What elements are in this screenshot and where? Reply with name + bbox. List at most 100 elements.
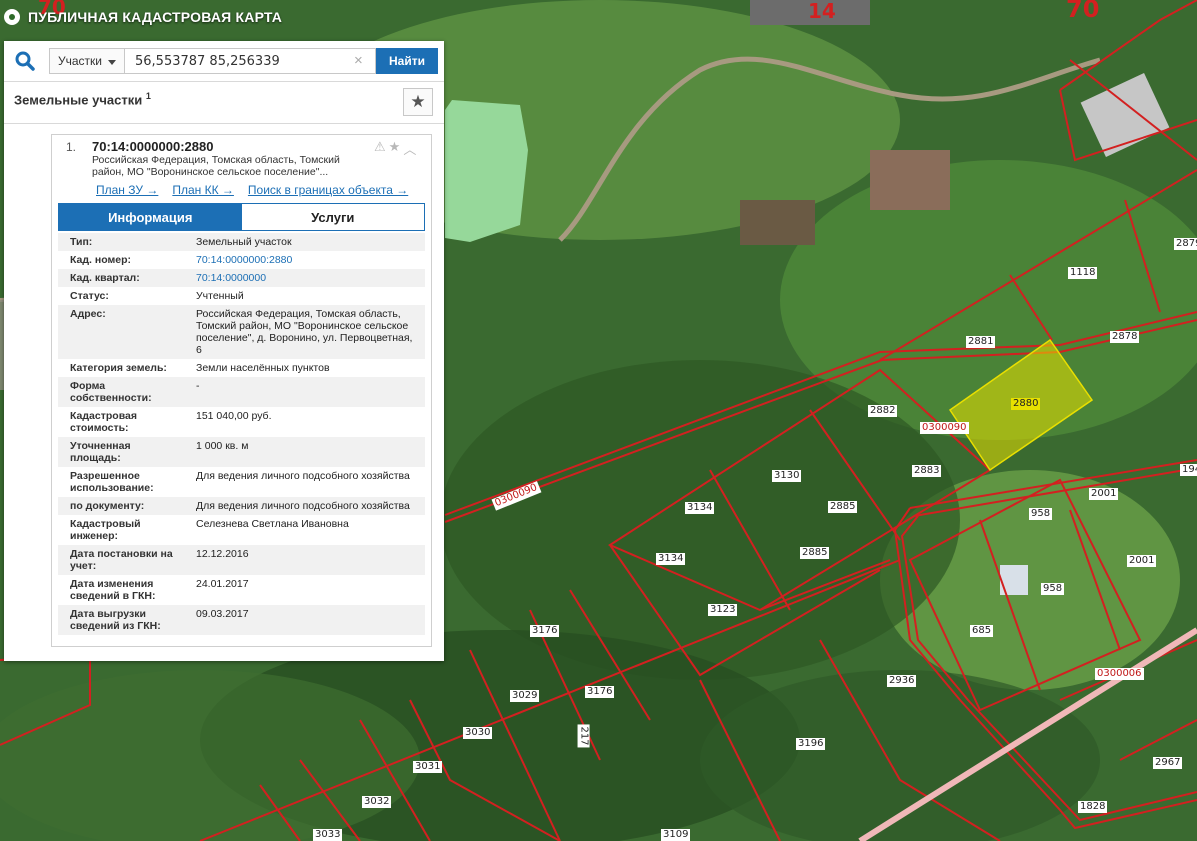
row-key: Дата постановки на учет: [58, 545, 184, 575]
row-value: - [184, 377, 425, 407]
table-row: Адрес: Российская Федерация, Томская обла… [58, 305, 425, 359]
result-address: Российская Федерация, Томская область, Т… [92, 154, 340, 178]
parcel-label[interactable]: 3134 [685, 502, 715, 514]
parcel-label[interactable]: 194 [1180, 464, 1197, 476]
row-key: Разрешенное использование: [70, 470, 154, 494]
search-type-select[interactable]: Участки [49, 48, 125, 74]
row-value: Для ведения личного подсобного хозяйства [184, 497, 425, 515]
parcel-label[interactable]: 3031 [413, 761, 443, 773]
row-value: Для ведения личного подсобного хозяйства [196, 470, 410, 482]
table-row: Статус: Учтенный [58, 287, 425, 305]
star-icon[interactable]: ★ [389, 139, 401, 158]
table-row: Кад. номер: 70:14:0000000:2880 [58, 251, 425, 269]
parcel-label[interactable]: 2001 [1089, 488, 1119, 500]
info-table: Тип: Земельный участок Кад. номер: 70:14:0… [58, 233, 425, 635]
parcel-label[interactable]: 3134 [656, 553, 686, 565]
parcel-label[interactable]: 3176 [530, 625, 560, 637]
search-in-bounds-link[interactable]: Поиск в границах объекта → [248, 183, 408, 197]
table-row: Уточненная площадь: 1 000 кв. м [58, 437, 425, 467]
parcel-label[interactable]: 2885 [828, 501, 858, 513]
favorites-button[interactable]: ★ [403, 88, 433, 116]
row-value: 24.01.2017 [196, 578, 249, 590]
row-value: 09.03.2017 [184, 605, 425, 635]
table-row: Тип: Земельный участок [58, 233, 425, 251]
row-key: Тип: [58, 233, 184, 251]
row-key: Статус: [70, 290, 109, 302]
row-value-link[interactable]: 70:14:0000000 [184, 269, 425, 287]
row-value: Российская Федерация, Томская область, Т… [184, 305, 425, 359]
row-key: Форма собственности: [58, 377, 184, 407]
parcel-label[interactable]: 2001 [1127, 555, 1157, 567]
district-label: 70 [1066, 0, 1100, 23]
row-key: Кад. квартал: [58, 269, 184, 287]
row-value: Земельный участок [184, 233, 425, 251]
parcel-label[interactable]: 2967 [1153, 757, 1183, 769]
parcel-label-selected[interactable]: 2880 [1011, 398, 1041, 410]
table-row: Кад. квартал: 70:14:0000000 [58, 269, 425, 287]
row-value: 12.12.2016 [184, 545, 425, 575]
parcel-label[interactable]: 2885 [800, 547, 830, 559]
search-panel: Участки × Найти Земельные участки 1 ★ 1.… [4, 41, 444, 661]
parcel-label[interactable]: 3033 [313, 829, 343, 841]
search-bar: Участки × Найти [4, 41, 444, 82]
parcel-label[interactable]: 958 [1041, 583, 1065, 595]
results-title-text: Земельные участки [14, 92, 143, 108]
result-links: План ЗУ → План КК → Поиск в границах объ… [96, 183, 408, 197]
table-row: Кадастровый инженер: Селезнева Светлана И… [58, 515, 425, 545]
table-row: Кадастровая стоимость: 151 040,00 руб. [58, 407, 425, 437]
parcel-label[interactable]: 1118 [1068, 267, 1098, 279]
parcel-label[interactable]: 217 [577, 724, 590, 748]
parcel-label[interactable]: 2879 [1174, 238, 1197, 250]
row-key: Дата выгрузки сведений из ГКН: [58, 605, 184, 635]
results-section-title: Земельные участки 1 [14, 91, 151, 107]
row-key: по документу: [58, 497, 184, 515]
app-header: ПУБЛИЧНАЯ КАДАСТРОВАЯ КАРТА [0, 0, 282, 34]
table-row: Разрешенное использование: Для ведения ли… [58, 467, 425, 497]
quarter-label: 0300006 [1095, 668, 1144, 680]
parcel-label[interactable]: 2936 [887, 675, 917, 687]
parcel-label[interactable]: 3032 [362, 796, 392, 808]
parcel-label[interactable]: 958 [1029, 508, 1053, 520]
parcel-label[interactable]: 3109 [661, 829, 691, 841]
row-value-link[interactable]: 70:14:0000000:2880 [184, 251, 425, 269]
row-value: 1 000 кв. м [184, 437, 425, 467]
parcel-label[interactable]: 2882 [868, 405, 898, 417]
parcel-label[interactable]: 3176 [585, 686, 615, 698]
parcel-label[interactable]: 2883 [912, 465, 942, 477]
result-index: 1. [66, 140, 77, 154]
table-row: по документу: Для ведения личного подсобн… [58, 497, 425, 515]
search-input[interactable] [125, 48, 376, 74]
table-row: Дата изменения сведений в ГКН: 24.01.2017 [58, 575, 425, 605]
row-key: Категория земель: [70, 362, 167, 374]
row-key: Кадастровая стоимость: [70, 410, 137, 434]
parcel-label[interactable]: 3029 [510, 690, 540, 702]
row-key: Уточненная площадь: [58, 437, 184, 467]
warning-icon[interactable]: ⚠ [374, 139, 386, 158]
parcel-label[interactable]: 3130 [772, 470, 802, 482]
chevron-up-icon[interactable]: ︿ [403, 139, 416, 158]
search-icon[interactable] [14, 50, 36, 72]
row-value: Учтенный [196, 290, 244, 302]
parcel-label[interactable]: 3196 [796, 738, 826, 750]
divider [4, 123, 444, 124]
clear-icon[interactable]: × [354, 52, 363, 70]
star-icon: ★ [410, 92, 426, 111]
parcel-label[interactable]: 2878 [1110, 331, 1140, 343]
results-count: 1 [145, 91, 151, 101]
parcel-label[interactable]: 2881 [966, 336, 996, 348]
logo-icon [4, 9, 20, 25]
result-cadastral-number[interactable]: 70:14:0000000:2880 [92, 139, 213, 154]
parcel-label[interactable]: 3123 [708, 604, 738, 616]
parcel-label[interactable]: 1828 [1078, 801, 1108, 813]
parcel-label[interactable]: 3030 [463, 727, 493, 739]
plan-kk-link[interactable]: План КК → [172, 183, 234, 197]
table-row: Форма собственности: - [58, 377, 425, 407]
find-button[interactable]: Найти [376, 48, 438, 74]
row-value: 151 040,00 руб. [196, 410, 272, 422]
tab-information[interactable]: Информация [59, 204, 242, 230]
plan-zu-link[interactable]: План ЗУ → [96, 183, 158, 197]
parcel-label[interactable]: 685 [970, 625, 994, 637]
table-row: Дата постановки на учет: 12.12.2016 [58, 545, 425, 575]
tab-services[interactable]: Услуги [241, 204, 424, 230]
result-tabs: Информация Услуги [58, 203, 425, 231]
